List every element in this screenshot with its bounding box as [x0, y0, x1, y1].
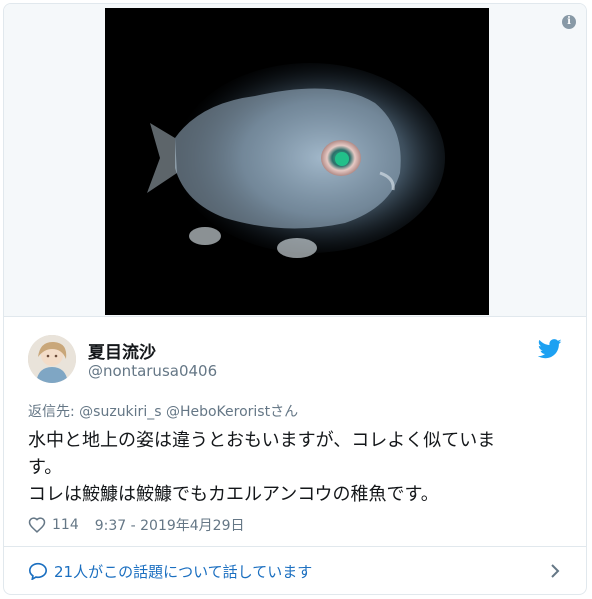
tweet-photo[interactable] [105, 8, 489, 315]
chevron-right-icon[interactable] [550, 563, 560, 579]
embedded-tweet-card: i 夏目流沙 @nontarusa0406 返信先: @suzukiri_s @… [3, 3, 587, 595]
frogfish-larva-image [105, 8, 489, 315]
tweet-body: 夏目流沙 @nontarusa0406 返信先: @suzukiri_s @He… [4, 317, 586, 546]
conversation-label[interactable]: 21人がこの話題について話しています [54, 561, 312, 582]
reply-mentions[interactable]: @suzukiri_s @HeboKeroristさん [79, 404, 298, 420]
reply-prefix: 返信先: [28, 404, 80, 420]
reply-context: 返信先: @suzukiri_s @HeboKeroristさん [28, 401, 298, 421]
tweet-text-line: コレは鮟鱇は鮟鱇でもカエルアンコウの稚魚です。 [28, 484, 439, 505]
tweet-text-line: す。 [28, 457, 63, 478]
like-count[interactable]: 114 [52, 517, 79, 533]
speech-bubble-icon [28, 562, 48, 580]
author-name[interactable]: 夏目流沙 [88, 338, 156, 363]
tweet-timestamp[interactable]: 9:37 - 2019年4月29日 [95, 515, 245, 535]
heart-icon[interactable] [28, 516, 46, 534]
avatar[interactable] [28, 335, 76, 383]
tweet-text: 水中と地上の姿は違うとおもいますが、コレよく似ていま す。 コレは鮟鱇は鮟鱇でも… [28, 427, 568, 508]
tweet-meta: 114 9:37 - 2019年4月29日 [28, 515, 244, 535]
conversation-link[interactable]: 21人がこの話題について話しています [4, 547, 586, 594]
media-area: i [4, 4, 586, 316]
author-handle[interactable]: @nontarusa0406 [88, 362, 217, 380]
avatar-illustration [28, 335, 76, 383]
tweet-text-line: 水中と地上の姿は違うとおもいますが、コレよく似ていま [28, 430, 496, 451]
twitter-bird-icon[interactable] [538, 339, 562, 359]
info-icon[interactable]: i [562, 15, 576, 29]
